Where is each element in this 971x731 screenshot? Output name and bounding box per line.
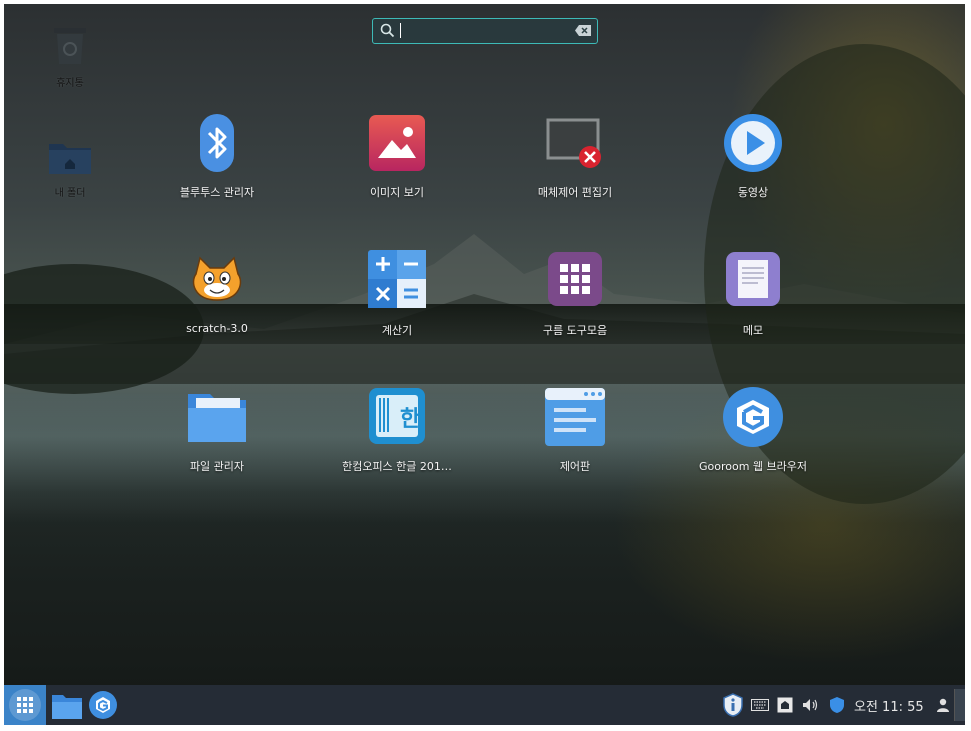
app-search-box[interactable]: [372, 18, 598, 44]
show-desktop-button[interactable]: [954, 689, 965, 721]
taskbar-file-manager-icon[interactable]: [51, 692, 83, 720]
gooroom-tools-icon: [544, 250, 606, 312]
media-control-editor-icon: [544, 112, 606, 174]
app-label: 파일 관리자: [189, 460, 245, 473]
svg-text:한: 한: [400, 407, 420, 432]
video-player-icon: [722, 112, 784, 174]
app-file-manager[interactable]: 파일 관리자: [142, 386, 292, 474]
app-menu-button[interactable]: [4, 685, 46, 725]
app-control-panel[interactable]: 제어판: [500, 386, 650, 474]
system-tray: 오전 11: 55: [722, 685, 950, 725]
app-memo[interactable]: 메모: [678, 250, 828, 338]
app-gooroom-tools[interactable]: 구름 도구모음: [500, 250, 650, 338]
app-label: scratch-3.0: [186, 322, 248, 335]
shield-icon[interactable]: [830, 697, 844, 713]
desktop-screen: 휴지통 내 폴더 블루투스 관리자 이미지 보기 매체제어 편집기 동영상 sc…: [4, 4, 965, 725]
clock[interactable]: 오전 11: 55: [854, 696, 924, 715]
taskbar: 오전 11: 55: [4, 685, 965, 725]
volume-icon[interactable]: [802, 698, 820, 712]
app-label: 블루투스 관리자: [179, 186, 255, 199]
control-panel-icon: [544, 386, 606, 448]
home-folder-label: 내 폴더: [54, 188, 86, 199]
image-viewer-icon: [366, 112, 428, 174]
app-label: 동영상: [737, 186, 769, 199]
app-hancom-hangul[interactable]: 한 한컴오피스 한글 201…: [322, 386, 472, 474]
app-bluetooth-manager[interactable]: 블루투스 관리자: [142, 112, 292, 200]
scratch-cat-icon: [186, 250, 248, 312]
app-label: 매체제어 편집기: [537, 186, 613, 199]
security-info-icon[interactable]: [722, 693, 744, 717]
trash-label: 휴지통: [56, 78, 84, 89]
app-label: Gooroom 웹 브라우저: [698, 460, 808, 473]
app-scratch[interactable]: scratch-3.0: [142, 250, 292, 335]
network-icon[interactable]: [777, 697, 793, 713]
apps-grid-icon: [17, 697, 33, 713]
app-video-player[interactable]: 동영상: [678, 112, 828, 200]
search-icon: [380, 23, 395, 38]
app-label: 계산기: [381, 324, 413, 337]
desktop-trash[interactable]: 휴지통: [30, 24, 110, 89]
calculator-icon: [366, 250, 428, 312]
gooroom-browser-icon: [722, 386, 784, 448]
app-label: 메모: [742, 324, 764, 337]
app-gooroom-browser[interactable]: Gooroom 웹 브라우저: [678, 386, 828, 474]
home-folder-icon: [49, 144, 91, 174]
memo-icon: [722, 250, 784, 312]
file-manager-icon: [186, 386, 248, 448]
hancom-hangul-icon: 한: [366, 386, 428, 448]
app-label: 제어판: [559, 460, 591, 473]
text-caret: [400, 23, 401, 38]
user-icon[interactable]: [936, 698, 950, 712]
clear-text-icon[interactable]: [575, 25, 591, 36]
app-media-control-editor[interactable]: 매체제어 편집기: [500, 112, 650, 200]
bluetooth-icon: [186, 112, 248, 174]
app-calculator[interactable]: 계산기: [322, 250, 472, 338]
taskbar-gooroom-browser-icon[interactable]: [88, 690, 118, 720]
keyboard-icon[interactable]: [751, 699, 769, 711]
app-label: 이미지 보기: [369, 186, 425, 199]
app-label: 구름 도구모음: [542, 324, 608, 337]
desktop-home-folder[interactable]: 내 폴더: [30, 138, 110, 199]
app-label: 한컴오피스 한글 201…: [342, 460, 452, 473]
trash-icon: [54, 28, 86, 64]
app-image-viewer[interactable]: 이미지 보기: [322, 112, 472, 200]
